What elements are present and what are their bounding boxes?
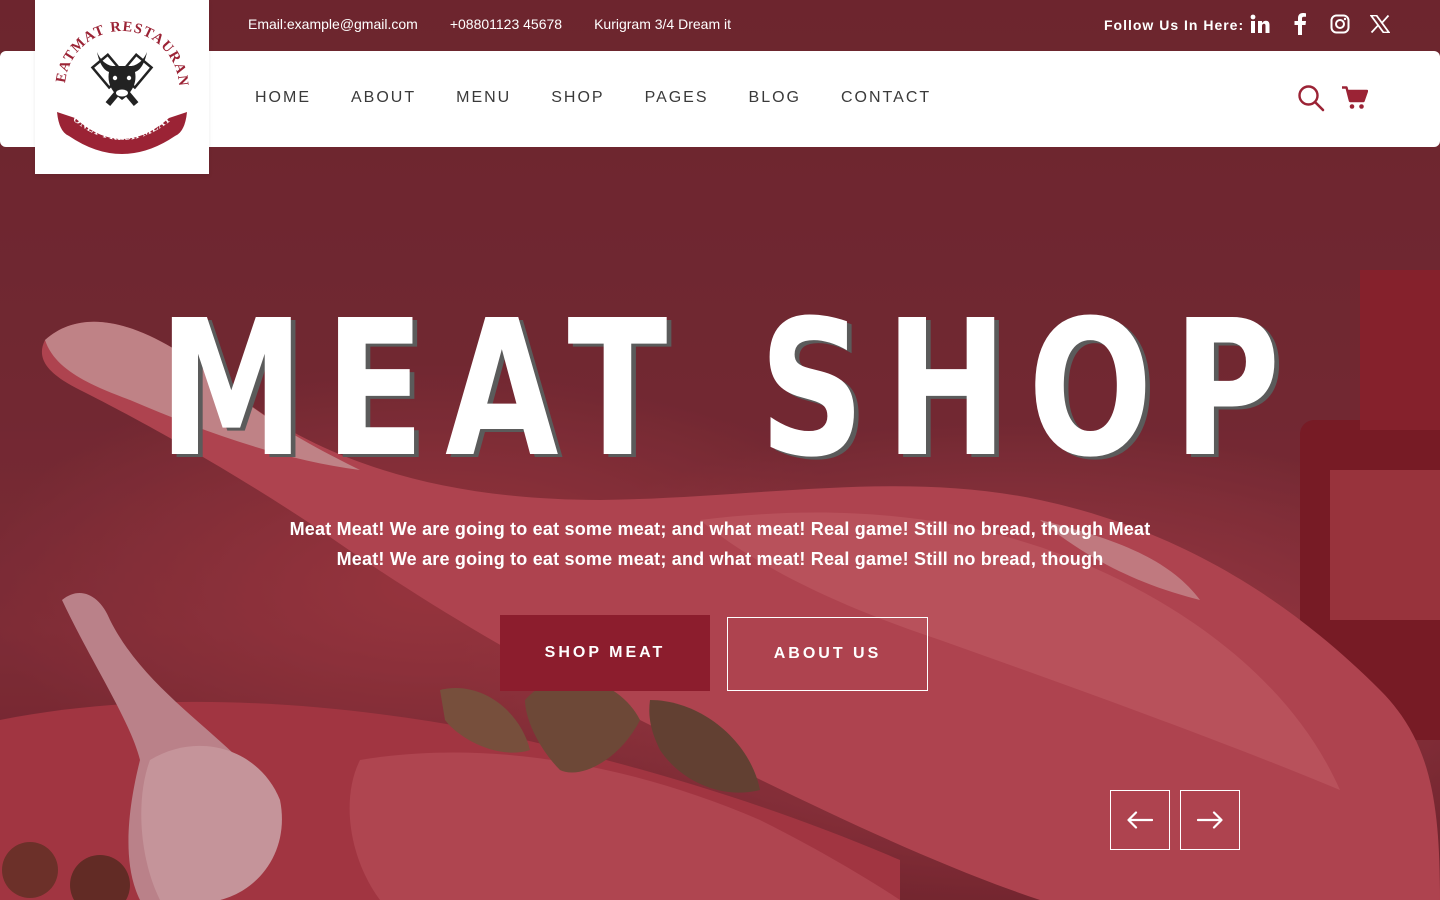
contact-address: Kurigram 3/4 Dream it (594, 16, 732, 32)
instagram-icon[interactable] (1328, 12, 1352, 36)
nav-about[interactable]: ABOUT (351, 89, 416, 107)
slider-next-button[interactable] (1180, 790, 1240, 850)
nav-contact[interactable]: CONTACT (841, 89, 931, 107)
nav-pages[interactable]: PAGES (645, 89, 709, 107)
main-navbar: HOME ABOUT MENU SHOP PAGES BLOG CONTACT (0, 51, 1440, 147)
top-contact: Email:example@gmail.com +08801123 45678 … (248, 16, 731, 32)
search-icon[interactable] (1296, 83, 1326, 113)
top-bar: Email:example@gmail.com +08801123 45678 … (0, 0, 1440, 51)
arrow-right-icon (1197, 811, 1223, 829)
about-us-button[interactable]: ABOUT US (727, 617, 928, 691)
nav-shop[interactable]: SHOP (551, 89, 604, 107)
main-nav: HOME ABOUT MENU SHOP PAGES BLOG CONTACT (255, 89, 931, 107)
arrow-left-icon (1127, 811, 1153, 829)
nav-menu[interactable]: MENU (456, 89, 511, 107)
about-us-label: ABOUT US (773, 645, 882, 662)
contact-phone[interactable]: +08801123 45678 (450, 16, 562, 32)
contact-email[interactable]: Email:example@gmail.com (248, 16, 418, 32)
nav-blog[interactable]: BLOG (749, 89, 801, 107)
hero-description: Meat Meat! We are going to eat some meat… (289, 519, 1151, 569)
linkedin-icon[interactable] (1248, 12, 1272, 36)
site-logo[interactable]: MEATMAT RESTAURANT ONLY FRESH MEAT (35, 0, 209, 174)
shop-meat-label: SHOP MEAT (544, 644, 666, 661)
shop-meat-button[interactable]: SHOP MEAT (500, 615, 710, 691)
facebook-icon[interactable] (1288, 12, 1312, 36)
nav-actions (1296, 83, 1370, 113)
cart-icon[interactable] (1340, 83, 1370, 113)
logo-emblem: MEATMAT RESTAURANT ONLY FRESH MEAT (35, 0, 190, 154)
follow-label: Follow Us In Here: (1104, 17, 1245, 33)
slider-prev-button[interactable] (1110, 790, 1170, 850)
hero-headline: MEAT SHOP (158, 280, 1301, 499)
nav-home[interactable]: HOME (255, 89, 311, 107)
social-links (1248, 12, 1392, 36)
x-icon[interactable] (1368, 12, 1392, 36)
